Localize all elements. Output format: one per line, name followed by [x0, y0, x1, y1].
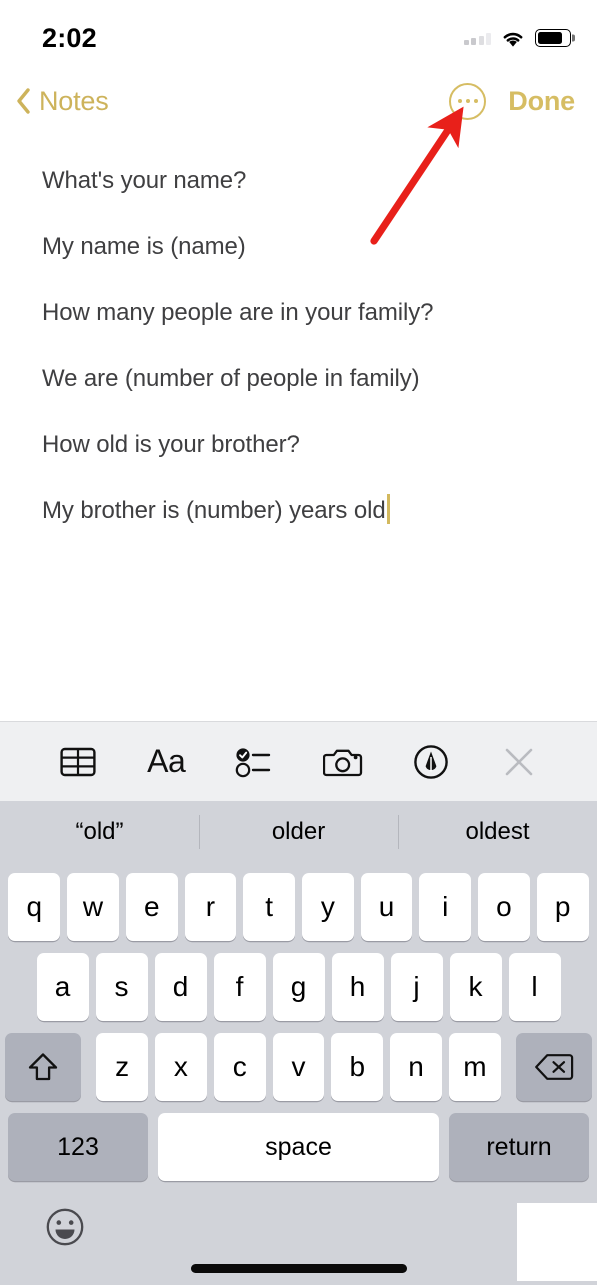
notes-app-screen: 2:02 Notes Done What's your name? My nam…: [0, 0, 597, 1285]
key-e[interactable]: e: [125, 873, 178, 941]
home-indicator: [190, 1264, 407, 1273]
key-a[interactable]: a: [36, 953, 89, 1021]
battery-icon: [535, 29, 571, 47]
emoji-smiley-icon[interactable]: [45, 1207, 85, 1247]
key-n[interactable]: n: [390, 1033, 442, 1101]
key-r[interactable]: r: [184, 873, 237, 941]
key-s[interactable]: s: [95, 953, 148, 1021]
back-to-notes-button[interactable]: Notes: [16, 86, 109, 117]
chevron-left-icon: [17, 88, 30, 114]
wifi-icon: [503, 32, 523, 47]
done-button[interactable]: Done: [508, 86, 575, 117]
key-d[interactable]: d: [154, 953, 207, 1021]
note-line-with-caret: My brother is (number) years old: [42, 478, 557, 544]
navigation-bar: Notes Done: [0, 72, 597, 130]
key-u[interactable]: u: [360, 873, 413, 941]
key-l[interactable]: l: [508, 953, 561, 1021]
key-p[interactable]: p: [536, 873, 589, 941]
keyboard-row-4: 123 space return: [0, 1113, 597, 1181]
key-v[interactable]: v: [272, 1033, 325, 1101]
predictive-text-bar: “old” older oldest: [0, 801, 597, 863]
key-g[interactable]: g: [272, 953, 325, 1021]
key-f[interactable]: f: [213, 953, 266, 1021]
keyboard-row-1: q w e r t y u i o p: [0, 873, 597, 941]
back-button-label: Notes: [39, 85, 109, 116]
more-ellipsis-circle-icon[interactable]: [449, 82, 487, 120]
key-o[interactable]: o: [478, 873, 530, 941]
navigation-bar-actions: Done: [449, 82, 575, 120]
note-format-toolbar: Aa: [0, 721, 597, 801]
note-line: How old is your brother?: [42, 431, 300, 458]
checklist-icon[interactable]: [228, 738, 280, 786]
space-key[interactable]: space: [158, 1113, 439, 1181]
key-i[interactable]: i: [419, 873, 472, 941]
note-text-area[interactable]: What's your name? My name is (name) How …: [0, 130, 597, 721]
markup-pen-icon[interactable]: [405, 738, 457, 786]
key-m[interactable]: m: [448, 1033, 501, 1101]
note-line: What's your name?: [42, 167, 247, 194]
key-b[interactable]: b: [331, 1033, 384, 1101]
status-bar-time: 2:02: [42, 22, 97, 53]
dictation-area-mask: [517, 1203, 597, 1281]
shift-arrow-icon[interactable]: [5, 1033, 81, 1101]
camera-icon[interactable]: [317, 738, 369, 786]
key-q[interactable]: q: [8, 873, 61, 941]
numbers-key[interactable]: 123: [8, 1113, 148, 1181]
note-line: We are (number of people in family): [42, 365, 420, 392]
on-screen-keyboard: q w e r t y u i o p a s d f g h j k l z …: [0, 863, 597, 1285]
key-k[interactable]: k: [449, 953, 502, 1021]
table-icon[interactable]: [52, 738, 104, 786]
note-line-text: My brother is (number) years old: [42, 497, 386, 524]
backspace-delete-icon[interactable]: [516, 1033, 592, 1101]
keyboard-row-2: a s d f g h j k l: [0, 953, 597, 1021]
predictive-suggestion[interactable]: “old”: [0, 801, 199, 863]
key-t[interactable]: t: [243, 873, 295, 941]
keyboard-row-3: z x c v b n m: [0, 1033, 597, 1101]
status-bar-indicators: [463, 29, 571, 48]
predictive-suggestion[interactable]: oldest: [398, 801, 597, 863]
key-z[interactable]: z: [96, 1033, 148, 1101]
keyboard-bottom-row: [0, 1189, 597, 1285]
key-c[interactable]: c: [213, 1033, 266, 1101]
status-bar: 2:02: [0, 0, 597, 72]
key-j[interactable]: j: [390, 953, 443, 1021]
predictive-suggestion[interactable]: older: [199, 801, 398, 863]
key-x[interactable]: x: [155, 1033, 207, 1101]
format-aa-icon[interactable]: Aa: [140, 738, 192, 786]
key-y[interactable]: y: [302, 873, 354, 941]
return-key[interactable]: return: [449, 1113, 589, 1181]
note-line: My name is (name): [42, 233, 246, 260]
key-w[interactable]: w: [67, 873, 119, 941]
format-aa-label: Aa: [147, 743, 186, 779]
key-h[interactable]: h: [331, 953, 384, 1021]
note-line: How many people are in your family?: [42, 299, 434, 326]
cellular-signal-icon: [463, 31, 491, 45]
close-x-icon[interactable]: [493, 738, 545, 786]
text-cursor: [386, 494, 390, 524]
